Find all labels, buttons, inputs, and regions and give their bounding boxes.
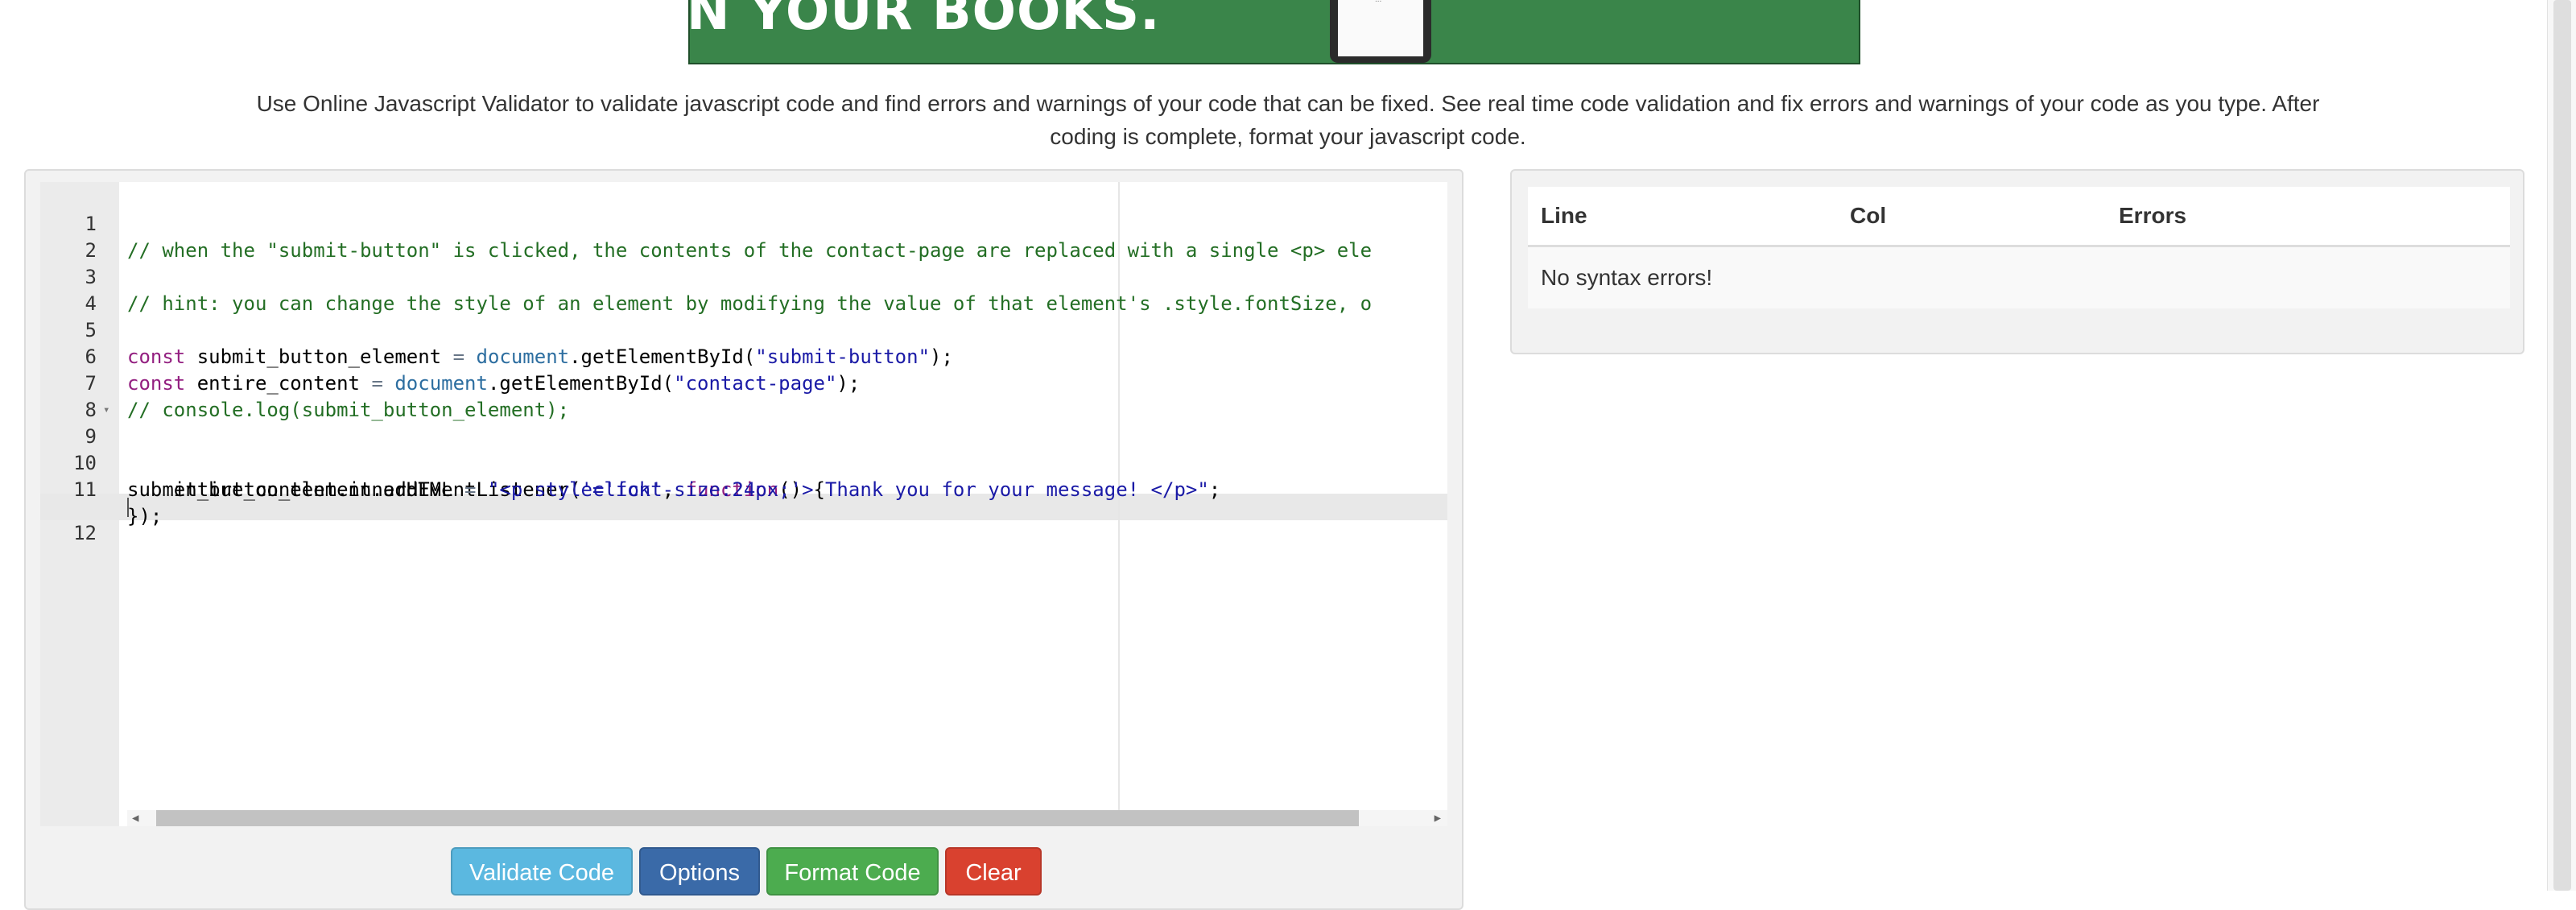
no-errors-message: No syntax errors! xyxy=(1541,265,1713,290)
scroll-right-icon[interactable]: ▶ xyxy=(1435,812,1441,825)
banner-phone-label: ... xyxy=(1375,0,1381,4)
code-line[interactable]: 6 const entire_content = document.getEle… xyxy=(40,317,1447,395)
code-line[interactable]: 12 xyxy=(40,494,1447,544)
column-header-col: Col xyxy=(1850,203,1887,228)
horizontal-scrollbar[interactable]: ◀ ▶ xyxy=(127,810,1447,826)
results-panel: Line Col Errors No syntax errors! xyxy=(1510,169,2524,354)
code-line[interactable]: 5 const submit_button_element = document… xyxy=(40,291,1447,368)
banner-phone-image: ... xyxy=(1330,0,1431,63)
table-header: Line Col Errors xyxy=(1528,187,2510,247)
code-line[interactable]: 9 ▾ submit_button_element.addEventListen… xyxy=(40,397,1447,501)
column-header-line: Line xyxy=(1541,203,1587,228)
code-line[interactable]: 7 // console.log(submit_button_element); xyxy=(40,344,1447,421)
code-line[interactable]: 2 xyxy=(40,211,1447,262)
code-line[interactable]: 11 }); xyxy=(40,450,1447,527)
options-button[interactable]: Options xyxy=(639,847,760,896)
code-editor[interactable]: 1 // when the "submit-button" is clicked… xyxy=(40,182,1447,826)
format-code-button[interactable]: Format Code xyxy=(766,847,939,896)
text-cursor xyxy=(127,498,129,517)
page-scrollbar[interactable] xyxy=(2547,0,2576,891)
fold-toggle-icon[interactable]: ▾ xyxy=(103,397,109,424)
promo-banner[interactable]: N YOUR BOOKS. ... xyxy=(688,0,1860,64)
code-line[interactable]: 1 // when the "submit-button" is clicked… xyxy=(40,184,1447,262)
validate-code-button[interactable]: Validate Code xyxy=(451,847,633,896)
errors-table: Line Col Errors No syntax errors! xyxy=(1528,187,2510,308)
code-line[interactable]: 4 xyxy=(40,264,1447,315)
editor-panel: 1 // when the "submit-button" is clicked… xyxy=(24,169,1463,910)
banner-text: N YOUR BOOKS. xyxy=(688,0,1161,42)
line-number: 12 xyxy=(73,522,97,544)
scroll-left-icon[interactable]: ◀ xyxy=(132,812,138,825)
column-header-errors: Errors xyxy=(2119,203,2187,228)
code-line[interactable]: 3 // hint: you can change the style of a… xyxy=(40,238,1447,315)
scrollbar-thumb[interactable] xyxy=(156,810,1359,826)
page-scrollbar-thumb[interactable] xyxy=(2553,0,2571,891)
table-row: No syntax errors! xyxy=(1528,247,2510,308)
code-line[interactable]: 8 xyxy=(40,370,1447,421)
clear-button[interactable]: Clear xyxy=(945,847,1042,896)
code-line[interactable]: 10 entire_content.innerHTML = "<p style=… xyxy=(40,424,1447,501)
page-description: Use Online Javascript Validator to valid… xyxy=(256,91,2320,149)
